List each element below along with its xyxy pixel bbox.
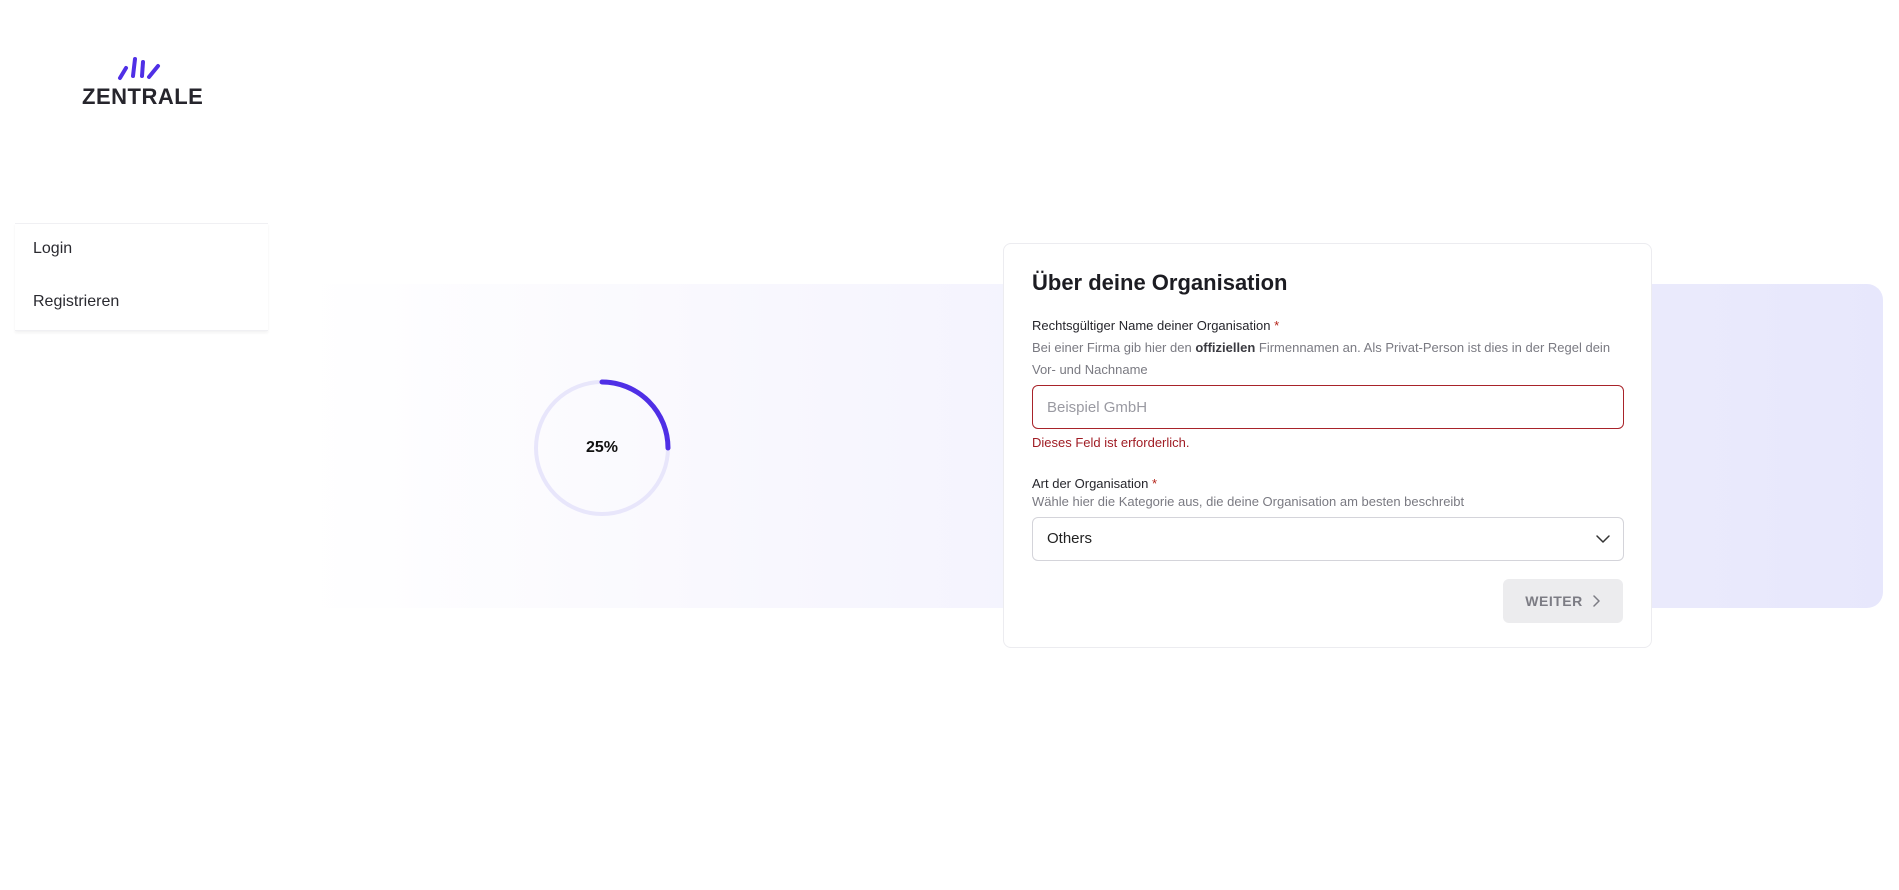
sunrise-rays-icon <box>118 57 160 80</box>
org-type-select[interactable]: Others <box>1032 517 1624 561</box>
legal-name-label: Rechtsgültiger Name deiner Organisation … <box>1032 318 1623 333</box>
org-type-label-text: Art der Organisation <box>1032 476 1149 491</box>
registration-page: ZENTRALE Login Registrieren 25% Über dei… <box>0 0 1899 890</box>
progress-ring: 25% <box>532 378 672 518</box>
org-type-selected-value: Others <box>1047 530 1093 547</box>
form-actions: WEITER <box>1032 579 1623 639</box>
org-type-label: Art der Organisation * <box>1032 476 1623 491</box>
required-mark: * <box>1274 318 1280 333</box>
chevron-right-icon <box>1592 595 1600 607</box>
next-button-label: WEITER <box>1525 593 1583 609</box>
next-button[interactable]: WEITER <box>1503 579 1623 623</box>
legal-name-error: Dieses Feld ist erforderlich. <box>1032 435 1190 450</box>
chevron-down-icon <box>1596 535 1610 543</box>
form-title: Über deine Organisation <box>1032 270 1288 295</box>
legal-name-input[interactable] <box>1032 385 1624 429</box>
side-navigation: Login Registrieren <box>15 223 268 331</box>
progress-percent-label: 25% <box>585 439 619 456</box>
legal-name-help-bold: offiziellen <box>1195 340 1256 355</box>
required-mark: * <box>1151 476 1158 491</box>
legal-name-label-text: Rechtsgültiger Name deiner Organisation <box>1032 318 1271 333</box>
legal-name-help-prefix: Bei einer Firma gib hier den <box>1032 340 1196 355</box>
nav-item-register[interactable]: Registrieren <box>15 277 268 330</box>
organisation-form-card: Über deine Organisation Rechtsgültiger N… <box>1003 243 1652 648</box>
legal-name-help: Bei einer Firma gib hier den offiziellen… <box>1032 337 1623 381</box>
brand-name: ZENTRALE <box>82 84 204 109</box>
nav-item-login[interactable]: Login <box>15 224 268 277</box>
org-type-help: Wähle hier die Kategorie aus, die deine … <box>1032 494 1465 509</box>
brand-logo[interactable]: ZENTRALE <box>82 54 204 110</box>
